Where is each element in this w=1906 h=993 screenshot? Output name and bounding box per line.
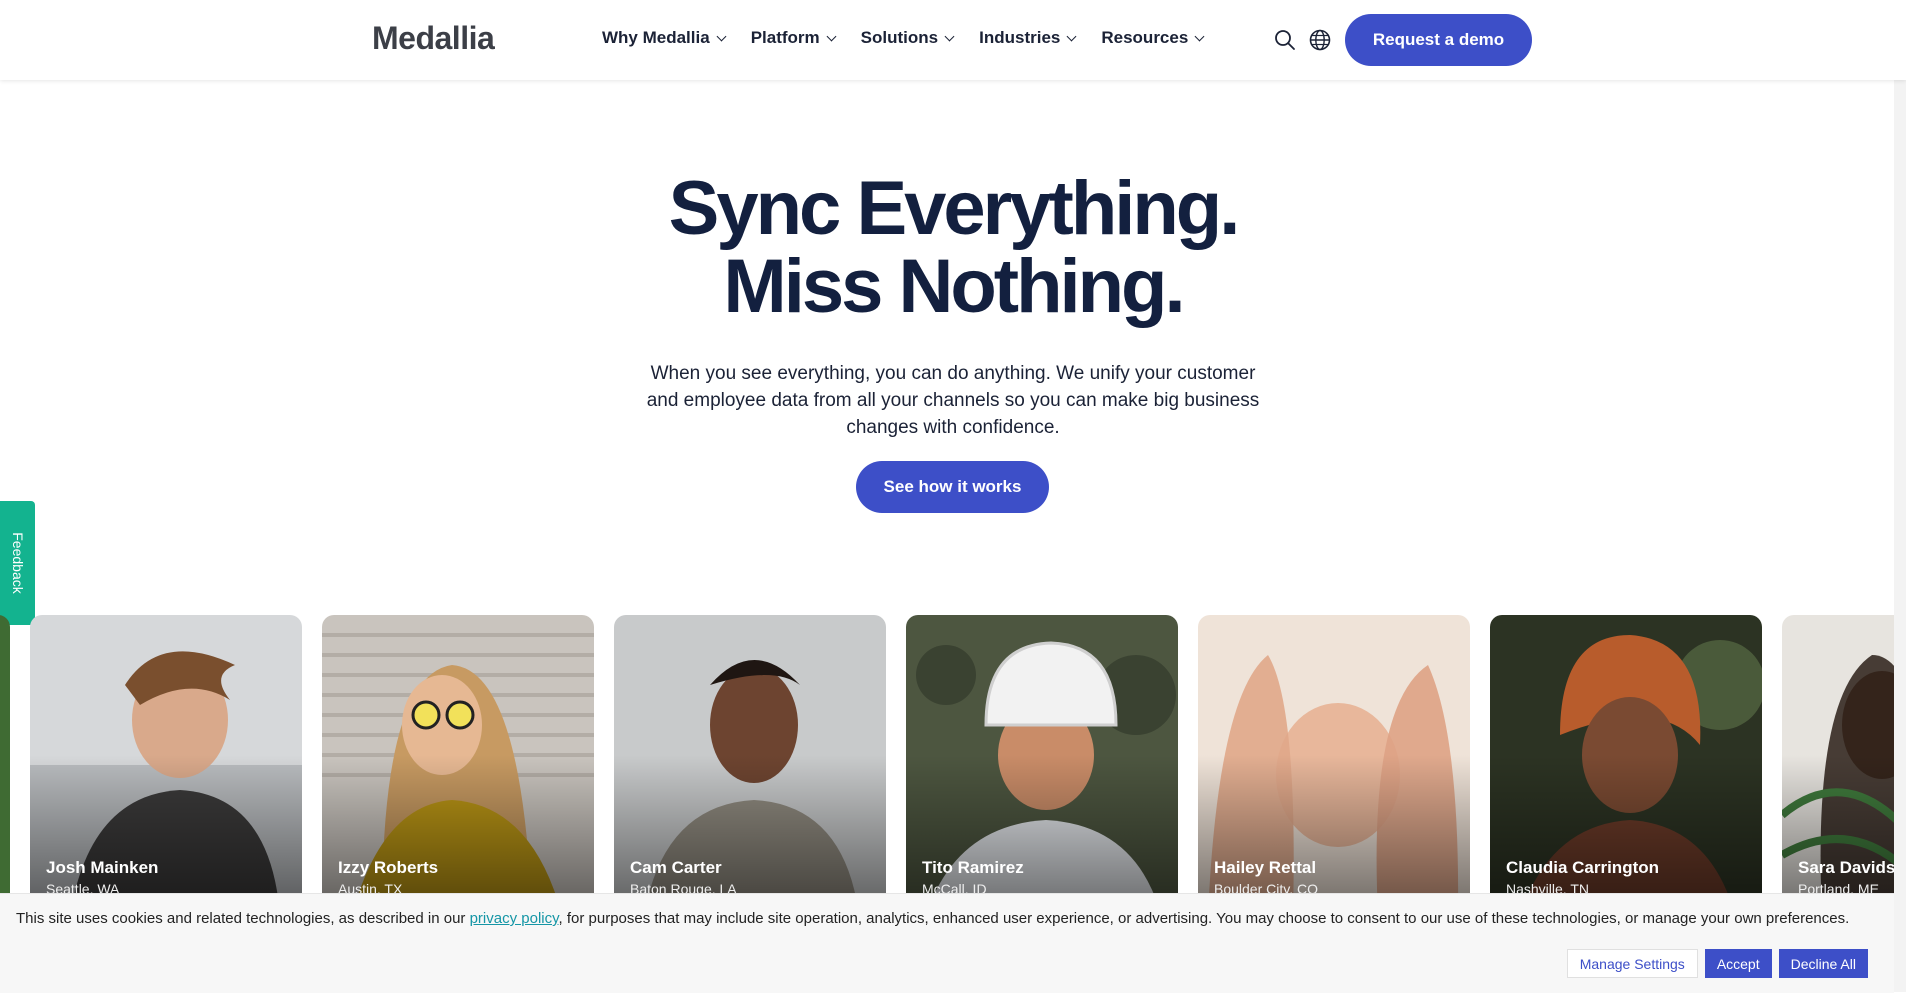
- cookie-actions: Manage Settings Accept Decline All: [1566, 949, 1868, 978]
- person-name: Cam Carter: [630, 858, 722, 877]
- main-nav: Why Medallia Platform Solutions Industri…: [602, 28, 1229, 48]
- person-card[interactable]: Claudia Carrington Nashville, TN: [1490, 615, 1762, 915]
- person-name: Izzy Roberts: [338, 858, 439, 877]
- hero-title: Sync Everything. Miss Nothing.: [0, 170, 1906, 326]
- site-header: Medallia Why Medallia Platform Solutions…: [0, 0, 1906, 80]
- person-card[interactable]: Hailey Rettal Boulder City, CO: [1198, 615, 1470, 915]
- hero-title-line-1: Sync Everything.: [668, 166, 1241, 251]
- search-icon[interactable]: [1273, 28, 1297, 52]
- chevron-down-icon: [944, 31, 955, 42]
- cookie-message: This site uses cookies and related techn…: [16, 910, 1850, 927]
- people-carousel: Josh Mainken Seattle, WA Izzy Roberts Au…: [0, 615, 1894, 915]
- person-card[interactable]: Josh Mainken Seattle, WA: [30, 615, 302, 915]
- accept-button[interactable]: Accept: [1704, 949, 1772, 978]
- decline-all-button[interactable]: Decline All: [1778, 949, 1868, 978]
- medallia-logo[interactable]: Medallia: [372, 20, 495, 57]
- nav-platform[interactable]: Platform: [750, 28, 837, 48]
- nav-resources[interactable]: Resources: [1101, 28, 1205, 48]
- chevron-down-icon: [826, 31, 837, 42]
- nav-label: Resources: [1101, 28, 1189, 47]
- globe-icon[interactable]: [1308, 28, 1332, 52]
- hero-subtitle: When you see everything, you can do anyt…: [646, 363, 1260, 438]
- person-name: Sara Davidson: [1798, 858, 1894, 877]
- feedback-tab[interactable]: Feedback: [0, 501, 35, 625]
- person-name: Claudia Carrington: [1506, 858, 1660, 877]
- privacy-policy-link[interactable]: privacy policy: [470, 910, 559, 927]
- cookie-banner: This site uses cookies and related techn…: [0, 893, 1894, 993]
- person-card-partial[interactable]: [0, 615, 10, 915]
- person-card[interactable]: Izzy Roberts Austin, TX: [322, 615, 594, 915]
- chevron-down-icon: [716, 31, 727, 42]
- manage-settings-button[interactable]: Manage Settings: [1566, 949, 1698, 978]
- page-scrollbar[interactable]: [1894, 0, 1906, 992]
- person-card[interactable]: Sara Davidson Portland, ME: [1782, 615, 1894, 915]
- person-name: Tito Ramirez: [922, 858, 1024, 877]
- person-card[interactable]: Tito Ramirez McCall, ID: [906, 615, 1178, 915]
- nav-industries[interactable]: Industries: [979, 28, 1077, 48]
- nav-solutions[interactable]: Solutions: [860, 28, 955, 48]
- person-name: Hailey Rettal: [1214, 858, 1317, 877]
- nav-label: Platform: [750, 28, 820, 47]
- nav-label: Solutions: [860, 28, 939, 47]
- person-name: Josh Mainken: [46, 858, 159, 877]
- chevron-down-icon: [1194, 31, 1205, 42]
- nav-label: Why Medallia: [602, 28, 710, 47]
- hero-title-line-2: Miss Nothing.: [723, 244, 1185, 329]
- nav-why-medallia[interactable]: Why Medallia: [602, 28, 727, 48]
- person-card[interactable]: Cam Carter Baton Rouge, LA: [614, 615, 886, 915]
- nav-label: Industries: [979, 28, 1061, 47]
- request-demo-button[interactable]: Request a demo: [1345, 14, 1532, 66]
- see-how-it-works-button[interactable]: See how it works: [856, 461, 1049, 513]
- feedback-label: Feedback: [9, 532, 26, 594]
- chevron-down-icon: [1066, 31, 1077, 42]
